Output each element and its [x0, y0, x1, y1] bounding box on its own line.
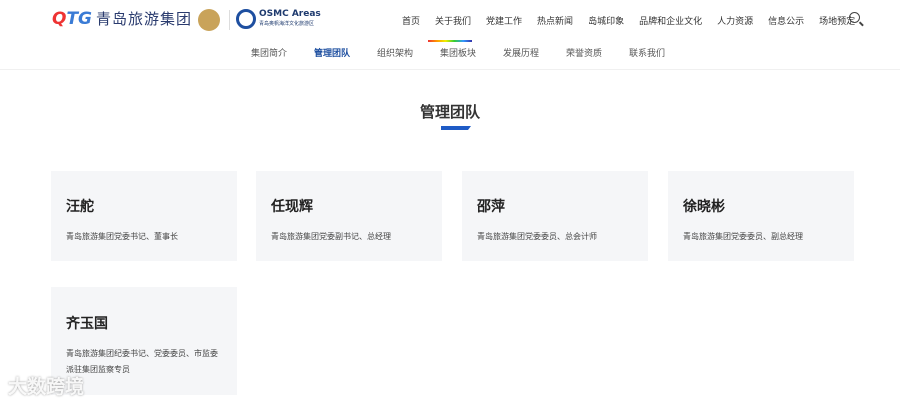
- subnav-intro[interactable]: 集团简介: [251, 46, 287, 59]
- search-icon[interactable]: [849, 12, 860, 23]
- member-card[interactable]: 任现辉 青岛旅游集团党委副书记、总经理: [256, 171, 442, 261]
- nav-brand[interactable]: 品牌和企业文化: [639, 14, 702, 27]
- nav-party[interactable]: 党建工作: [486, 14, 522, 27]
- member-role: 青岛旅游集团纪委书记、党委委员、市监委派驻集团监察专员: [66, 349, 218, 374]
- nav-impression[interactable]: 岛城印象: [588, 14, 624, 27]
- subnav-org[interactable]: 组织架构: [377, 46, 413, 59]
- member-name: 汪舵: [66, 199, 94, 215]
- title-underline: [441, 126, 471, 130]
- page-title: 管理团队: [419, 103, 480, 121]
- logo-mark: QTG: [52, 8, 93, 29]
- member-name: 齐玉国: [66, 316, 108, 332]
- hover-indicator: [428, 40, 472, 42]
- osmc-sub: 青岛奥帆海洋文化旅游区: [259, 21, 315, 27]
- subnav-history[interactable]: 发展历程: [503, 46, 539, 59]
- member-name: 徐晓彬: [683, 199, 725, 215]
- watermark: 大数跨境: [8, 376, 85, 398]
- nav-hr[interactable]: 人力资源: [717, 14, 753, 27]
- logo-name: 青岛旅游集团: [96, 10, 193, 28]
- member-name: 邵萍: [477, 199, 505, 215]
- osmc-icon: [236, 9, 256, 29]
- divider: [229, 10, 230, 30]
- osmc-name: OSMC Areas: [259, 9, 321, 19]
- nav-home[interactable]: 首页: [402, 14, 420, 27]
- award-badge-icon: [198, 9, 220, 31]
- member-card[interactable]: 汪舵 青岛旅游集团党委书记、董事长: [51, 171, 237, 261]
- header: QTG 青岛旅游集团 OSMC Areas 青岛奥帆海洋文化旅游区 首页 关于我们…: [0, 0, 900, 70]
- member-role: 青岛旅游集团党委书记、董事长: [66, 232, 178, 241]
- subnav-honors[interactable]: 荣誉资质: [566, 46, 602, 59]
- member-role: 青岛旅游集团党委委员、副总经理: [683, 232, 803, 241]
- member-role: 青岛旅游集团党委委员、总会计师: [477, 232, 597, 241]
- qtg-logo[interactable]: QTG 青岛旅游集团: [52, 8, 192, 29]
- subnav-team[interactable]: 管理团队: [314, 46, 350, 59]
- member-card[interactable]: 徐晓彬 青岛旅游集团党委委员、副总经理: [668, 171, 854, 261]
- member-role: 青岛旅游集团党委副书记、总经理: [271, 232, 391, 241]
- subnav-sectors[interactable]: 集团板块: [440, 46, 476, 59]
- subnav-contact[interactable]: 联系我们: [629, 46, 665, 59]
- member-name: 任现辉: [271, 199, 313, 215]
- main-nav: 首页 关于我们 党建工作 热点新闻 岛城印象 品牌和企业文化 人力资源 信息公示…: [402, 14, 870, 27]
- member-card[interactable]: 邵萍 青岛旅游集团党委委员、总会计师: [462, 171, 648, 261]
- nav-info[interactable]: 信息公示: [768, 14, 804, 27]
- nav-news[interactable]: 热点新闻: [537, 14, 573, 27]
- nav-about[interactable]: 关于我们: [435, 14, 471, 27]
- osmc-logo[interactable]: OSMC Areas 青岛奥帆海洋文化旅游区: [236, 9, 321, 29]
